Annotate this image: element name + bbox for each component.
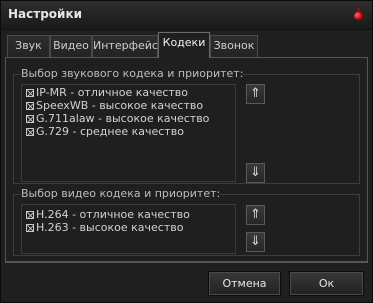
video-move-down-button[interactable]: ⇓ <box>246 232 265 252</box>
ok-button[interactable]: Ок <box>289 271 364 296</box>
list-item[interactable]: IP-MR - отличное качество <box>26 87 188 99</box>
video-codec-label: Выбор видео кодека и приоритет: <box>21 187 221 200</box>
audio-move-down-button[interactable]: ⇓ <box>246 163 265 183</box>
checkbox-checked[interactable] <box>26 128 34 136</box>
window-title: Настройки <box>8 7 83 21</box>
list-item[interactable]: G.711alaw - высокое качество <box>26 113 209 125</box>
checkbox-checked[interactable] <box>26 115 34 123</box>
video-move-up-button[interactable]: ⇑ <box>246 205 265 225</box>
tab-bar: Звук Видео Интерфейс Кодеки Звонок <box>1 29 372 58</box>
audio-move-up-button[interactable]: ⇑ <box>246 84 265 104</box>
cancel-button[interactable]: Отмена <box>208 271 281 296</box>
tab-video[interactable]: Видео <box>50 35 92 57</box>
footer-divider <box>5 262 368 263</box>
list-item[interactable]: H.264 - отличное качество <box>26 209 190 221</box>
video-codec-list[interactable]: H.264 - отличное качество H.263 - высоко… <box>21 204 236 254</box>
list-item[interactable]: H.263 - высокое качество <box>26 222 183 234</box>
audio-codec-list[interactable]: IP-MR - отличное качество SpeexWB - высо… <box>21 84 236 182</box>
checkbox-checked[interactable] <box>26 224 34 232</box>
settings-window: Настройки Звук Видео Интерфейс Кодеки Зв… <box>0 0 373 303</box>
tab-interface[interactable]: Интерфейс <box>92 35 158 57</box>
list-item[interactable]: G.729 - среднее качество <box>26 126 184 138</box>
list-item[interactable]: SpeexWB - высокое качество <box>26 100 203 112</box>
checkbox-checked[interactable] <box>26 211 34 219</box>
tab-sound[interactable]: Звук <box>7 35 50 57</box>
title-bar: Настройки <box>1 1 372 30</box>
close-icon[interactable] <box>351 7 365 21</box>
checkbox-checked[interactable] <box>26 102 34 110</box>
checkbox-checked[interactable] <box>26 89 34 97</box>
tab-call[interactable]: Звонок <box>210 35 258 57</box>
audio-codec-label: Выбор звукового кодека и приоритет: <box>21 67 244 80</box>
tab-codecs[interactable]: Кодеки <box>158 32 210 58</box>
